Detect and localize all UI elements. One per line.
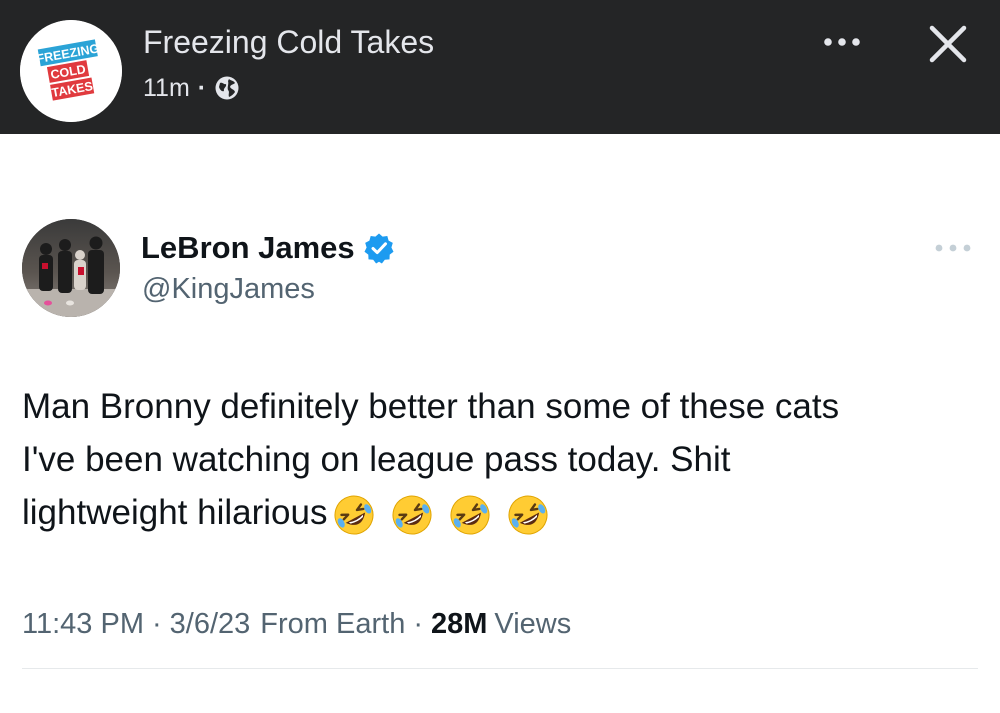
verified-badge-icon xyxy=(364,233,394,264)
tweet-date[interactable]: 3/6/23 xyxy=(170,608,251,641)
tweet-text-line: I've been watching on league pass today.… xyxy=(22,440,731,479)
rolling-on-floor-laughing-emoji xyxy=(334,495,374,535)
tweet-text: Man Bronny definitely better than some o… xyxy=(22,380,982,539)
rolling-on-floor-laughing-emoji xyxy=(508,495,548,535)
close-icon xyxy=(929,25,967,63)
rolling-on-floor-laughing-emoji xyxy=(450,495,490,535)
post-meta: 11m · xyxy=(143,73,240,103)
views-count: 28M xyxy=(431,607,488,640)
freezing-cold-takes-logo: FREEZING COLD TAKES xyxy=(20,20,122,122)
tweet-footer: 11:43 PM · 3/6/23 From Earth · 28M Views xyxy=(22,606,571,642)
tweet-text-line: Man Bronny definitely better than some o… xyxy=(22,387,840,426)
footer-separator: · xyxy=(151,607,162,640)
page-name[interactable]: Freezing Cold Takes xyxy=(143,24,434,61)
views-label: Views xyxy=(494,607,572,640)
globe-icon xyxy=(215,76,239,100)
tweet-more-button[interactable] xyxy=(928,236,978,260)
tweet-time[interactable]: 11:43 PM xyxy=(22,608,144,641)
more-options-button[interactable] xyxy=(818,24,866,60)
tweet-source: From Earth xyxy=(260,607,406,640)
author-avatar[interactable] xyxy=(22,219,120,317)
post-header: FREEZING COLD TAKES Freezing Cold Takes … xyxy=(0,0,1000,134)
divider xyxy=(22,668,978,669)
author-name[interactable]: LeBron James xyxy=(141,228,395,268)
footer-separator: · xyxy=(413,607,423,640)
more-horizontal-icon xyxy=(824,38,860,46)
tweet-text-line-last: lightweight hilarious xyxy=(22,486,982,539)
emoji-row xyxy=(333,494,565,536)
close-button[interactable] xyxy=(920,16,976,72)
post-time[interactable]: 11m xyxy=(143,74,190,103)
author-handle[interactable]: @KingJames xyxy=(142,273,315,306)
more-horizontal-icon xyxy=(935,244,971,252)
rolling-on-floor-laughing-emoji xyxy=(392,495,432,535)
page-avatar[interactable]: FREEZING COLD TAKES xyxy=(20,20,122,122)
meta-separator: · xyxy=(197,73,207,102)
tweet-text-line-3: lightweight hilarious xyxy=(22,493,328,532)
author-name-text: LeBron James xyxy=(141,230,355,265)
author-avatar-photo xyxy=(22,219,120,317)
